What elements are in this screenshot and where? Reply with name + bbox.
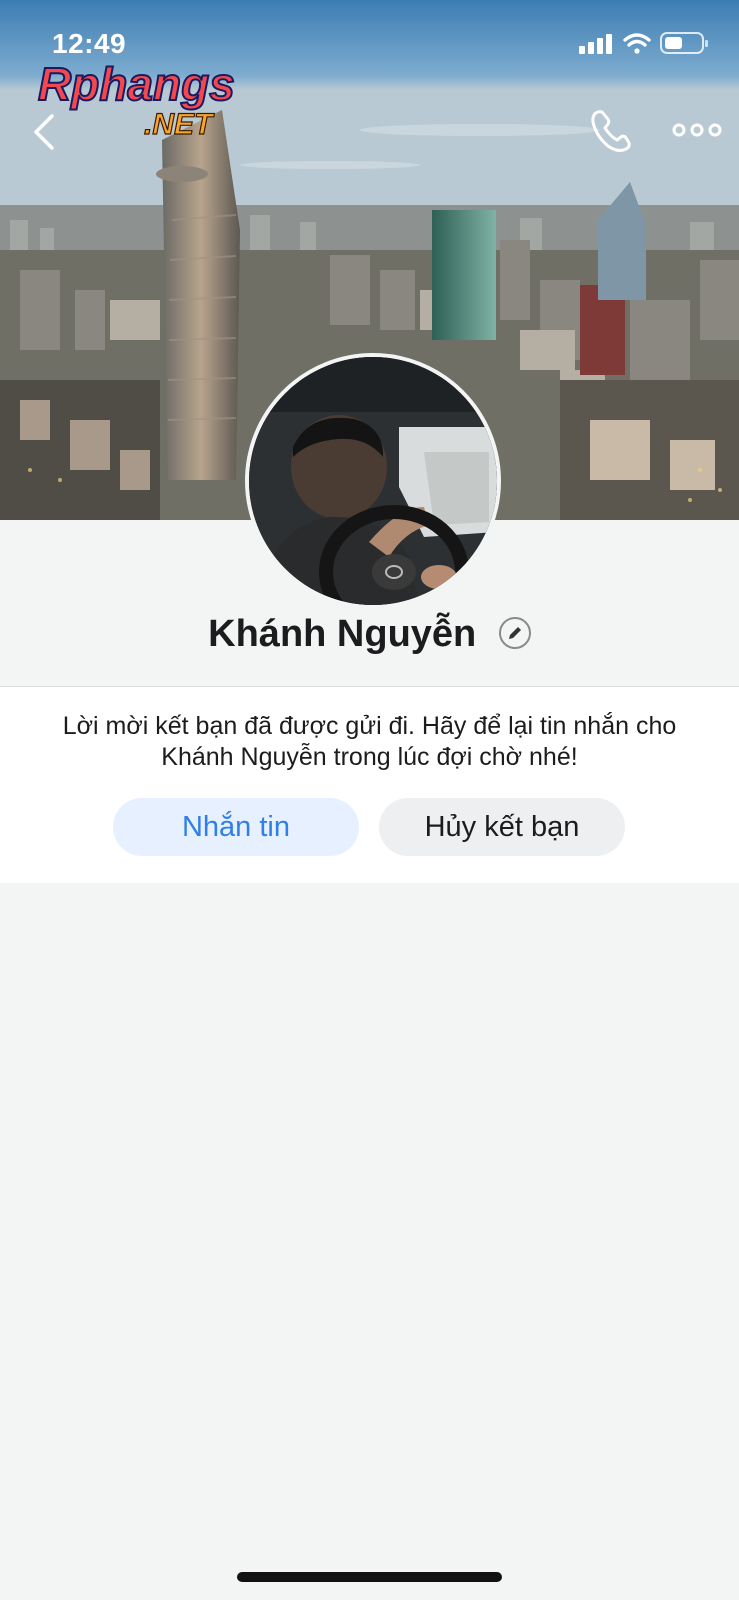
edit-name-button[interactable] <box>498 616 531 649</box>
cancel-friend-request-button[interactable]: Hủy kết bạn <box>379 798 625 856</box>
cellular-signal-icon <box>579 34 612 54</box>
friend-request-panel: Lời mời kết bạn đã được gửi đi. Hãy để l… <box>0 687 739 883</box>
profile-name: Khánh Nguyễn <box>0 612 739 656</box>
call-button[interactable] <box>588 108 634 154</box>
more-options-button[interactable] <box>672 116 722 144</box>
avatar-photo <box>249 357 497 605</box>
home-indicator[interactable] <box>237 1572 502 1582</box>
pencil-icon <box>508 626 521 639</box>
chevron-left-icon <box>34 114 54 150</box>
status-time: 12:49 <box>52 28 127 59</box>
friend-request-message: Lời mời kết bạn đã được gửi đi. Hãy để l… <box>62 712 677 771</box>
profile-name-text: Khánh Nguyễn <box>208 613 477 656</box>
back-button[interactable] <box>28 110 64 154</box>
status-icons <box>579 30 709 63</box>
watermark-logo: Rphangs .NET <box>36 57 266 143</box>
wifi-icon <box>623 33 651 54</box>
watermark-text-sub: .NET <box>144 108 215 138</box>
profile-avatar[interactable] <box>245 353 501 609</box>
battery-icon <box>660 32 708 54</box>
more-dots-icon <box>672 123 722 137</box>
watermark-text-main: Rphangs <box>38 58 235 110</box>
message-button[interactable]: Nhắn tin <box>113 798 359 856</box>
phone-icon <box>591 110 631 152</box>
